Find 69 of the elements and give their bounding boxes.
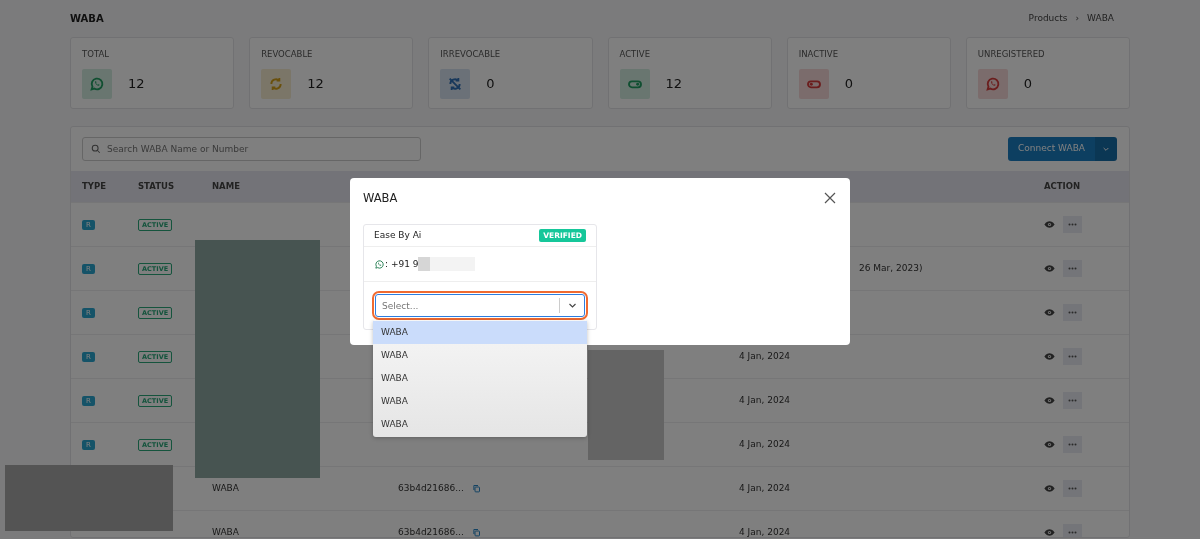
close-button[interactable] [823,191,837,206]
more-button[interactable] [1063,260,1082,277]
more-icon [1068,443,1077,446]
more-icon [1068,267,1077,270]
view-icon[interactable] [1044,439,1055,450]
dropdown-toggle-button[interactable] [1095,137,1117,161]
date-cell: 4 Jan, 2024 [739,482,791,493]
detail-text: 26 Mar, 2023) [858,262,923,273]
date-cell: 4 Jan, 2024 [739,394,791,405]
more-button[interactable] [1063,216,1082,233]
stat-value: 0 [844,75,853,93]
more-icon [1068,487,1077,490]
more-icon [1068,399,1077,402]
more-button[interactable] [1063,480,1082,497]
view-icon[interactable] [1044,219,1055,230]
more-button[interactable] [1063,392,1082,409]
more-button[interactable] [1063,524,1082,537]
breadcrumb-item: WABA [1087,11,1114,25]
search-field[interactable]: Search WABA Name or Number [82,137,421,161]
dropdown-option[interactable]: WABA [373,344,587,367]
phone-number: : +91 9 [385,257,419,271]
stat-value: 0 [486,75,495,93]
more-icon [1068,311,1077,314]
stat-label: TOTAL [82,48,110,61]
date-cell: 4 Jan, 2024 [739,526,791,537]
stat-label: UNREGISTERED [977,48,1046,61]
more-icon [1068,223,1077,226]
view-icon[interactable] [1044,351,1055,362]
column-header: TYPE [82,180,107,193]
more-button[interactable] [1063,436,1082,453]
select-field[interactable]: Select... [375,294,585,318]
stat-label: INACTIVE [798,48,840,61]
stat-label: REVOCABLE [261,48,314,61]
view-icon[interactable] [1044,483,1055,494]
column-header: STATUS [138,180,175,193]
view-icon[interactable] [1044,263,1055,274]
page-title: WABA [70,12,104,26]
whatsapp-icon [374,258,385,270]
dropdown-option[interactable]: WABA [373,321,587,344]
stat-value: 12 [665,75,683,93]
column-header: NAME [212,180,241,193]
stat-label: IRREVOCABLE [440,48,502,61]
name-cell: WABA [212,526,239,537]
close-icon [824,192,836,205]
more-icon [1068,355,1077,358]
dropdown-option[interactable]: WABA [373,390,587,413]
view-icon[interactable] [1044,395,1055,406]
more-icon [1068,531,1077,534]
stat-value: 12 [128,75,145,93]
id-cell: 63b4d21686... [398,525,464,537]
stat-label: ACTIVE [619,48,651,61]
name-cell: WABA [212,482,239,493]
modal-title: WABA [363,190,398,207]
account-name: Ease By Ai [374,229,422,242]
date-cell: 4 Jan, 2024 [739,350,791,361]
id-cell-text: 63b4d21686... [398,481,464,495]
dropdown-option[interactable]: WABA [373,367,587,390]
view-icon[interactable] [1044,527,1055,537]
search-icon [91,144,101,154]
more-button[interactable] [1063,348,1082,365]
more-button[interactable] [1063,304,1082,321]
date-cell: 4 Jan, 2024 [739,438,791,449]
dropdown-option[interactable]: WABA [373,413,587,436]
breadcrumb-separator: › [1075,11,1080,25]
stat-value: 0 [1023,75,1033,93]
view-icon[interactable] [1044,307,1055,318]
column-header: ACTION [1044,180,1082,193]
stat-value: 12 [307,75,324,93]
breadcrumb-item[interactable]: Products [1028,11,1068,26]
